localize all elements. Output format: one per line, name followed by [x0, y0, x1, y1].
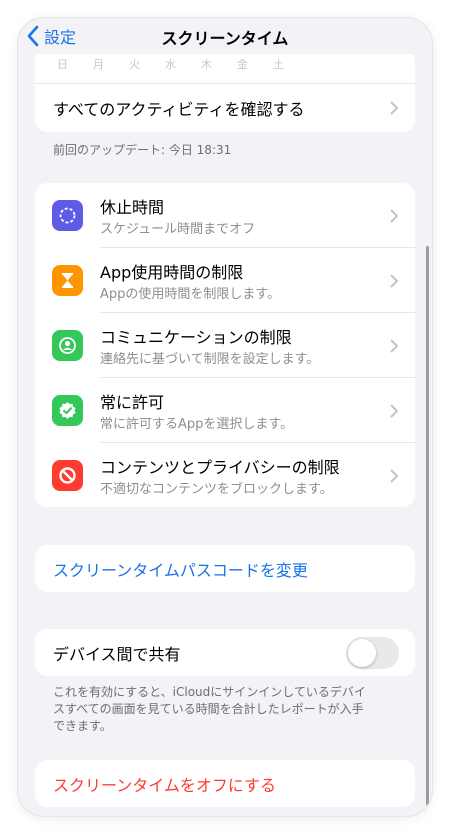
- navigation-bar: 設定 スクリーンタイム: [18, 18, 432, 54]
- chevron-right-icon: [390, 274, 398, 288]
- share-footer-line: これを有効にすると、iCloudにサインインしているデバイ: [53, 685, 366, 699]
- weekday-label: 水: [165, 58, 176, 71]
- content-privacy-title: コンテンツとプライバシーの制限: [100, 458, 340, 477]
- chevron-right-icon: [390, 339, 398, 353]
- weekday-label: 金: [237, 58, 248, 71]
- toggle-knob: [348, 639, 376, 667]
- share-across-devices-row: デバイス間で共有: [35, 629, 415, 676]
- always-allowed-title: 常に許可: [100, 393, 165, 412]
- always-allowed-subtitle: 常に許可するAppを選択します。: [100, 417, 294, 432]
- weekday-label: 木: [201, 58, 212, 71]
- chevron-right-icon: [390, 101, 398, 115]
- share-footer-line: できます。: [53, 719, 112, 733]
- chevron-right-icon: [390, 404, 398, 418]
- last-update-text: 前回のアップデート: 今日 18:31: [53, 143, 232, 157]
- share-across-devices-toggle[interactable]: [346, 637, 399, 669]
- turn-off-screen-time-button[interactable]: スクリーンタイムをオフにする: [35, 760, 415, 807]
- share-across-devices-label: デバイス間で共有: [53, 645, 181, 664]
- see-all-activity-label: すべてのアクティビティを確認する: [53, 100, 305, 119]
- activity-card: 日 月 火 水 木 金 土 すべてのアクティビティを確認する: [35, 48, 415, 132]
- contact-icon: [52, 330, 83, 361]
- phone-screen: 日 月 火 水 木 金 土 すべてのアクティビティを確認する 前回のアップデート…: [18, 18, 432, 816]
- app-limits-title: App使用時間の制限: [100, 263, 244, 282]
- share-footer-note: これを有効にすると、iCloudにサインインしているデバイ スすべての画面を見て…: [53, 684, 403, 735]
- always-allowed-row[interactable]: 常に許可 常に許可するAppを選択します。: [35, 378, 415, 442]
- see-all-activity-button[interactable]: すべてのアクティビティを確認する: [35, 84, 415, 132]
- scroll-indicator[interactable]: [426, 246, 429, 806]
- checkmark-badge-icon: [52, 395, 83, 426]
- communication-limits-title: コミュニケーションの制限: [100, 328, 292, 347]
- app-limits-row[interactable]: App使用時間の制限 Appの使用時間を制限します。: [35, 248, 415, 312]
- downtime-row[interactable]: 休止時間 スケジュール時間までオフ: [35, 183, 415, 247]
- weekday-label: 日: [57, 58, 68, 71]
- settings-list: 休止時間 スケジュール時間までオフ App使用時間の制限 Appの使用時間を制限…: [35, 183, 415, 507]
- turn-off-screen-time-label: スクリーンタイムをオフにする: [53, 776, 277, 795]
- change-passcode-label: スクリーンタイムパスコードを変更: [53, 561, 308, 580]
- hourglass-icon: [52, 265, 83, 296]
- content-privacy-subtitle: 不適切なコンテンツをブロックします。: [100, 482, 333, 497]
- app-limits-subtitle: Appの使用時間を制限します。: [100, 287, 281, 302]
- downtime-subtitle: スケジュール時間までオフ: [100, 222, 256, 237]
- weekday-labels: 日 月 火 水 木 金 土: [35, 56, 415, 71]
- downtime-title: 休止時間: [100, 198, 165, 217]
- chevron-right-icon: [390, 469, 398, 483]
- communication-limits-subtitle: 連絡先に基づいて制限を設定します。: [100, 352, 320, 367]
- content-privacy-row[interactable]: コンテンツとプライバシーの制限 不適切なコンテンツをブロックします。: [35, 443, 415, 507]
- downtime-icon: [52, 200, 83, 231]
- communication-limits-row[interactable]: コミュニケーションの制限 連絡先に基づいて制限を設定します。: [35, 313, 415, 377]
- weekday-label: 土: [273, 58, 284, 71]
- chevron-right-icon: [390, 209, 398, 223]
- page-title: スクリーンタイム: [161, 29, 289, 48]
- weekday-label: 月: [93, 58, 104, 71]
- restriction-icon: [52, 460, 83, 491]
- change-passcode-button[interactable]: スクリーンタイムパスコードを変更: [35, 545, 415, 592]
- share-footer-line: スすべての画面を見ている時間を合計したレポートが入手: [53, 702, 364, 716]
- weekday-label: 火: [129, 58, 140, 71]
